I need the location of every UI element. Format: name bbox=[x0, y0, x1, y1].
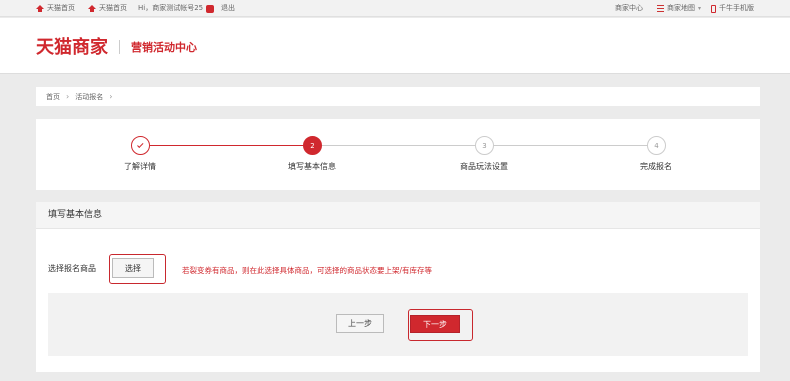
step-2-number: 2 bbox=[310, 141, 315, 150]
step-2-circle: 2 bbox=[303, 136, 322, 155]
basic-info-panel: 填写基本信息 选择报名商品 选择 若裂变券有商品，则在此选择具体商品，可选择的商… bbox=[36, 202, 760, 372]
home-link-2-label: 天猫首页 bbox=[99, 4, 127, 12]
user-greeting: Hi，商家测试帐号25 bbox=[138, 0, 215, 17]
merchant-center-label: 商家中心 bbox=[615, 4, 643, 12]
prev-step-button[interactable]: 上一步 bbox=[336, 314, 384, 333]
step-4-label: 完成报名 bbox=[640, 162, 672, 171]
step-3-number: 3 bbox=[482, 141, 487, 150]
merchant-map-menu[interactable]: 商家地图 ▾ bbox=[657, 0, 701, 17]
home-link-2[interactable]: 天猫首页 bbox=[88, 0, 127, 17]
next-step-button[interactable]: 下一步 bbox=[410, 315, 460, 333]
step-1-circle bbox=[131, 136, 150, 155]
breadcrumb-home[interactable]: 首页 bbox=[46, 92, 60, 102]
hint-text: 若裂变券有商品，则在此选择具体商品，可选择的商品状态要上架/有库存等 bbox=[182, 266, 433, 275]
greeting-text: Hi，商家测试帐号25 bbox=[138, 4, 204, 12]
menu-icon bbox=[657, 5, 664, 12]
home-link-1[interactable]: 天猫首页 bbox=[36, 0, 75, 17]
merchant-center-link[interactable]: 商家中心 bbox=[615, 0, 643, 17]
breadcrumb-current[interactable]: 活动报名 bbox=[75, 92, 103, 102]
phone-icon bbox=[711, 4, 716, 13]
home-icon bbox=[88, 5, 96, 12]
merchant-map-label: 商家地图 bbox=[667, 4, 695, 12]
home-icon bbox=[36, 5, 44, 12]
chevron-right-icon: › bbox=[66, 92, 70, 101]
step-connector-done bbox=[150, 145, 312, 146]
logout-label: 退出 bbox=[221, 4, 235, 12]
select-product-button[interactable]: 选择 bbox=[112, 258, 154, 278]
step-4-number: 4 bbox=[654, 141, 659, 150]
mobile-app-label: 千牛手机版 bbox=[719, 4, 754, 12]
step-connector bbox=[322, 145, 475, 146]
step-3-label: 商品玩法设置 bbox=[460, 162, 508, 171]
header-divider bbox=[119, 40, 120, 54]
section-title: 填写基本信息 bbox=[36, 202, 760, 229]
chevron-right-icon: › bbox=[109, 92, 113, 101]
top-bar: 天猫首页 天猫首页 Hi，商家测试帐号25 退出 商家中心 商家地图 ▾ 千牛手… bbox=[0, 0, 790, 17]
product-field-label: 选择报名商品 bbox=[48, 264, 96, 273]
step-4-circle: 4 bbox=[647, 136, 666, 155]
page-title: 营销活动中心 bbox=[131, 41, 197, 54]
tmall-merchant-logo[interactable]: 天猫商家 bbox=[36, 33, 108, 59]
site-header: 天猫商家 营销活动中心 bbox=[0, 18, 790, 74]
action-bar bbox=[48, 293, 748, 356]
chevron-down-icon: ▾ bbox=[698, 5, 702, 12]
step-2-label: 填写基本信息 bbox=[288, 162, 336, 171]
breadcrumb: 首页 › 活动报名 › bbox=[36, 87, 760, 106]
check-icon bbox=[136, 141, 143, 148]
progress-steps: 2 3 4 了解详情 填写基本信息 商品玩法设置 完成报名 bbox=[36, 119, 760, 190]
home-link-1-label: 天猫首页 bbox=[47, 4, 75, 12]
step-3-circle: 3 bbox=[475, 136, 494, 155]
message-icon[interactable] bbox=[206, 4, 215, 13]
mobile-app-link[interactable]: 千牛手机版 bbox=[711, 0, 754, 17]
logout-link[interactable]: 退出 bbox=[221, 0, 235, 17]
step-connector bbox=[494, 145, 647, 146]
step-1-label: 了解详情 bbox=[124, 162, 156, 171]
